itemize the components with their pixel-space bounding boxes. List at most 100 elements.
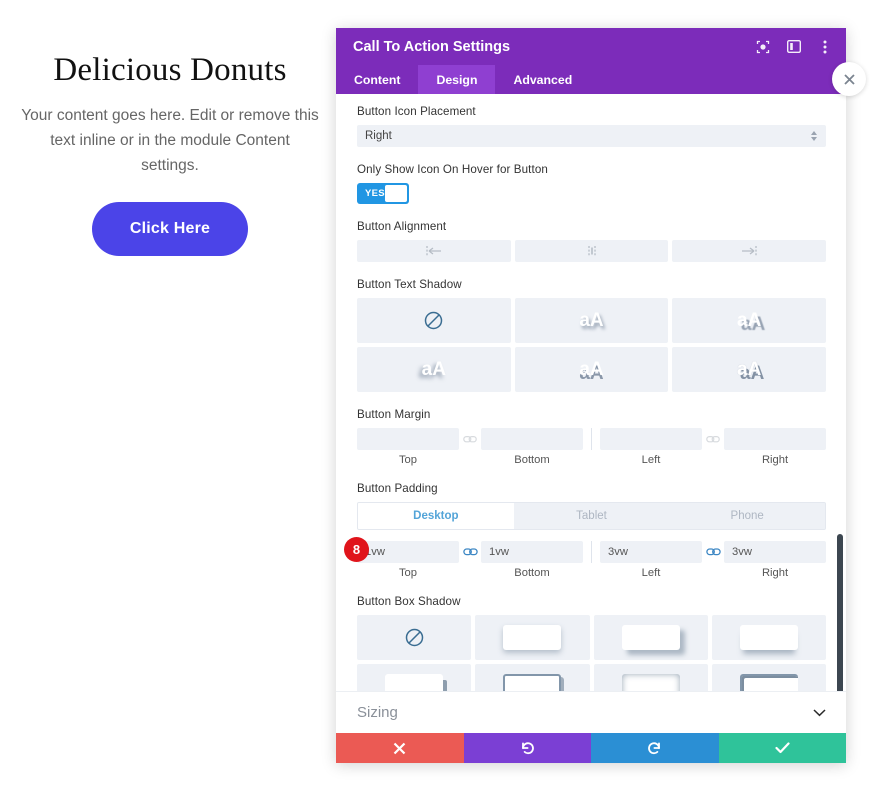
more-vertical-icon[interactable] — [817, 39, 832, 54]
box-shadow-preset-4[interactable] — [357, 664, 472, 691]
panel-footer — [336, 733, 846, 763]
margin-label: Button Margin — [357, 408, 431, 421]
text-shadow-sample: aA — [579, 359, 604, 380]
toggle-knob — [385, 185, 407, 202]
text-shadow-sample: aA — [579, 310, 604, 331]
panel-scrollbar[interactable] — [837, 534, 843, 691]
text-shadow-preset-4[interactable]: aA — [514, 347, 669, 392]
field-button-alignment: Button Alignment — [357, 220, 827, 262]
icon-placement-value: Right — [365, 130, 392, 142]
box-shadow-sample — [385, 674, 444, 691]
margin-bottom-input[interactable] — [481, 428, 583, 450]
sizing-accordion[interactable]: Sizing — [336, 691, 846, 733]
text-shadow-sample: aA — [421, 359, 446, 380]
layout-icon[interactable] — [786, 39, 801, 54]
margin-right-label: Right — [761, 454, 789, 466]
sizing-label: Sizing — [357, 704, 398, 721]
text-shadow-preset-1[interactable]: aA — [514, 298, 669, 343]
text-shadow-preset-3[interactable]: aA — [357, 347, 511, 392]
box-shadow-sample — [621, 625, 680, 650]
settings-panel: Call To Action Settings Content Design A… — [336, 28, 846, 763]
margin-right-input[interactable] — [724, 428, 826, 450]
margin-left-input[interactable] — [600, 428, 702, 450]
field-text-shadow: Button Text Shadow aA aA aA aA aA — [357, 278, 826, 392]
close-icon — [843, 73, 855, 85]
device-tab-tablet[interactable]: Tablet — [513, 503, 670, 529]
hover-icon-label: Only Show Icon On Hover for Button — [357, 163, 548, 176]
padding-label: Button Padding — [357, 482, 438, 495]
chevron-updown-icon — [809, 129, 818, 143]
save-button[interactable] — [718, 733, 846, 763]
text-shadow-label: Button Text Shadow — [357, 278, 462, 291]
text-shadow-preset-2[interactable]: aA — [672, 298, 826, 343]
padding-device-tabs: Desktop Tablet Phone — [357, 502, 826, 530]
tab-design[interactable]: Design — [418, 65, 496, 94]
icon-placement-select[interactable]: Right — [357, 125, 826, 147]
link-icon[interactable] — [702, 434, 724, 445]
field-button-padding: Button Padding Desktop Tablet Phone 8 1v… — [344, 482, 826, 579]
redo-button[interactable] — [591, 733, 719, 763]
link-icon[interactable] — [459, 546, 481, 558]
field-hover-icon: Only Show Icon On Hover for Button YES — [357, 163, 826, 204]
hover-icon-toggle[interactable]: YES — [357, 183, 409, 204]
panel-tabs: Content Design Advanced — [336, 65, 846, 94]
box-shadow-preset-6[interactable] — [593, 664, 708, 691]
link-icon[interactable] — [702, 546, 724, 558]
click-here-button[interactable]: Click Here — [91, 202, 249, 257]
align-right-icon[interactable] — [672, 240, 827, 262]
margin-left-label: Left — [641, 454, 661, 466]
panel-header: Call To Action Settings — [336, 28, 846, 65]
tab-advanced[interactable]: Advanced — [495, 65, 590, 94]
box-shadow-preset-2[interactable] — [593, 615, 708, 660]
page-title: Delicious Donuts — [53, 52, 287, 88]
box-shadow-none-preset[interactable] — [357, 615, 472, 660]
padding-bottom-input[interactable]: 1vw — [481, 541, 583, 563]
box-shadow-sample — [503, 674, 562, 691]
device-tab-desktop[interactable]: Desktop — [358, 503, 514, 529]
box-shadow-preset-1[interactable] — [475, 615, 590, 660]
field-box-shadow: Button Box Shadow — [357, 595, 826, 691]
text-shadow-none-preset[interactable] — [357, 298, 511, 343]
quad-divider — [591, 428, 592, 450]
preview-body-text: Your content goes here. Edit or remove t… — [21, 107, 319, 175]
padding-bottom-label: Bottom — [514, 567, 550, 579]
margin-top-input[interactable] — [357, 428, 459, 450]
box-shadow-preset-3[interactable] — [711, 615, 826, 660]
padding-right-input[interactable]: 3vw — [724, 541, 826, 563]
panel-body: Button Icon Placement Right Only Show Ic… — [336, 94, 846, 691]
step-badge-8: 8 — [344, 537, 369, 562]
cancel-button[interactable] — [336, 733, 464, 763]
text-shadow-sample: aA — [737, 310, 762, 331]
padding-left-label: Left — [641, 567, 661, 579]
toggle-label: YES — [365, 188, 385, 199]
alignment-label: Button Alignment — [357, 220, 447, 233]
align-center-icon[interactable] — [514, 240, 669, 262]
padding-left-input[interactable]: 3vw — [600, 541, 702, 563]
device-tab-phone[interactable]: Phone — [669, 503, 825, 529]
box-shadow-sample — [739, 674, 798, 691]
focus-icon[interactable] — [755, 39, 770, 54]
align-left-icon[interactable] — [357, 240, 511, 262]
chevron-down-icon — [813, 704, 826, 722]
panel-title: Call To Action Settings — [353, 38, 511, 55]
margin-top-label: Top — [398, 454, 418, 466]
margin-bottom-label: Bottom — [514, 454, 550, 466]
padding-right-label: Right — [761, 567, 789, 579]
field-icon-placement: Button Icon Placement Right — [357, 105, 826, 147]
padding-top-input[interactable]: 1vw — [357, 541, 459, 563]
text-shadow-sample: aA — [737, 359, 762, 380]
text-shadow-preset-5[interactable]: aA — [672, 347, 826, 392]
link-icon[interactable] — [459, 434, 481, 445]
box-shadow-sample — [621, 674, 680, 691]
box-shadow-preset-5[interactable] — [475, 664, 590, 691]
field-button-margin: Button Margin Top Bottom Left Right — [357, 408, 826, 466]
quad-divider — [591, 541, 592, 563]
box-shadow-label: Button Box Shadow — [357, 595, 461, 608]
box-shadow-sample — [503, 625, 562, 650]
box-shadow-preset-7[interactable] — [711, 664, 826, 691]
undo-button[interactable] — [463, 733, 591, 763]
box-shadow-sample — [739, 625, 798, 650]
tab-content[interactable]: Content — [336, 65, 418, 94]
close-panel-button[interactable] — [832, 62, 866, 96]
padding-top-label: Top — [398, 567, 418, 579]
